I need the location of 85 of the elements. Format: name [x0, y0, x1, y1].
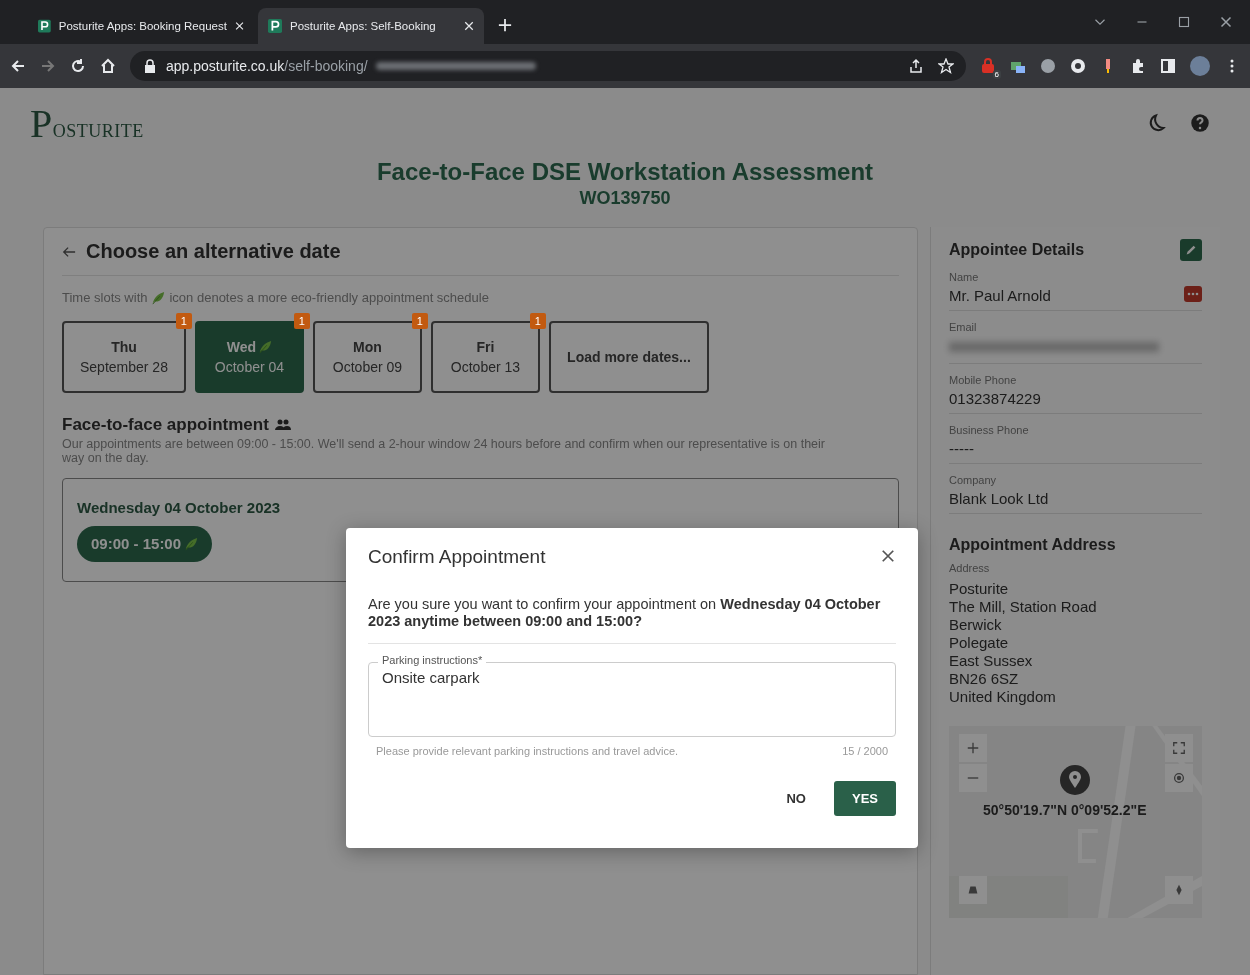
url-host: app.posturite.co.uk	[166, 58, 285, 74]
favicon-icon	[38, 19, 51, 33]
eco-note: icon denotes a more eco-friendly appointment schedule	[169, 290, 489, 305]
field-label: Address	[949, 562, 991, 574]
count-badge: 1	[529, 313, 546, 329]
share-icon[interactable]	[908, 58, 924, 74]
address-bar[interactable]: app.posturite.co.uk/self-booking/	[130, 51, 966, 81]
reference-number: WO139750	[578, 188, 672, 209]
address-line: Polegate	[949, 634, 1010, 652]
slot-date: Wednesday 04 October 2023	[77, 498, 282, 516]
logo: POSTURITE	[30, 99, 144, 147]
zoom-in-button[interactable]	[959, 734, 987, 762]
field-label: Parking instructions*	[378, 654, 487, 667]
panel-heading: Appointment Address	[949, 536, 1116, 554]
address-line: Posturite	[949, 580, 1010, 598]
leaf-icon	[258, 340, 273, 354]
helper-text: Please provide relevant parking instructions and travel advice.	[376, 745, 679, 758]
close-button[interactable]	[880, 549, 896, 565]
field-value: Mr. Paul Arnold	[949, 287, 1051, 304]
yes-button[interactable]: YES	[834, 781, 896, 817]
lock-icon	[142, 58, 158, 74]
fullscreen-button[interactable]	[1165, 734, 1193, 762]
section-title: Face-to-face appointment	[62, 415, 269, 435]
count-badge: 1	[411, 313, 428, 329]
forward-icon[interactable]	[40, 58, 56, 74]
field-value: 01323874229	[949, 390, 1041, 407]
address-line: The Mill, Station Road	[949, 598, 1098, 616]
dots-icon[interactable]	[1184, 285, 1202, 302]
leaf-icon	[184, 536, 199, 551]
address-line: Berwick	[949, 616, 1003, 634]
map-coordinates: 50°50'19.7"N 0°09'52.2"E	[983, 802, 1147, 818]
field-label: Email	[949, 321, 978, 333]
field-value: Blank Look Ltd	[949, 490, 1049, 507]
count-badge: 1	[293, 313, 310, 329]
compass-button[interactable]	[1165, 876, 1193, 904]
home-icon[interactable]	[100, 58, 116, 74]
field-label: Name	[949, 271, 980, 283]
edit-button[interactable]	[1180, 239, 1202, 261]
field-label: Mobile Phone	[949, 374, 1018, 386]
reload-icon[interactable]	[70, 58, 86, 74]
address-line: BN26 6SZ	[949, 670, 1020, 688]
people-icon	[274, 419, 291, 431]
locate-button[interactable]	[1165, 764, 1193, 792]
count-badge: 1	[175, 313, 192, 329]
dialog-title: Confirm Appointment	[368, 546, 546, 568]
address-line: East Sussex	[949, 652, 1034, 670]
avatar[interactable]	[1190, 56, 1210, 76]
extension-icon[interactable]	[1040, 58, 1056, 74]
character-counter: 15 / 2000	[842, 745, 888, 758]
fullscreen-icon	[1172, 741, 1186, 755]
puzzle-icon[interactable]	[1130, 58, 1146, 74]
zoom-in-icon	[966, 741, 980, 755]
help-icon[interactable]	[1190, 113, 1210, 133]
panel-heading: Appointee Details	[949, 241, 1085, 259]
plus-icon[interactable]	[498, 18, 512, 32]
field-label: Business Phone	[949, 424, 1030, 436]
extension-icon[interactable]	[1070, 58, 1086, 74]
browser-tab[interactable]: Posturite Apps: Booking Request	[28, 8, 254, 44]
load-more-button[interactable]: Load more dates...	[548, 321, 709, 393]
favicon-icon	[268, 19, 282, 33]
eco-note: Time slots with	[62, 290, 148, 305]
street-view-button[interactable]	[959, 876, 987, 904]
field-label: Company	[949, 474, 998, 486]
star-icon[interactable]	[938, 58, 954, 74]
pencil-icon	[1184, 243, 1198, 257]
maximize-icon[interactable]	[1178, 16, 1190, 28]
field-value: -----	[949, 440, 974, 457]
side-panel-icon[interactable]	[1160, 58, 1176, 74]
time-slot-button[interactable]: 09:00 - 15:00	[77, 525, 213, 562]
address-line: United Kingdom	[949, 688, 1057, 706]
browser-tab[interactable]: Posturite Apps: Self-Booking	[258, 8, 484, 44]
no-button[interactable]: NO	[780, 783, 812, 815]
extension-badge: 6	[992, 70, 1001, 79]
locate-icon	[1172, 771, 1186, 785]
back-icon[interactable]	[10, 58, 26, 74]
close-icon[interactable]	[1220, 16, 1232, 28]
back-arrow-icon[interactable]	[62, 244, 76, 259]
section-description: Our appointments are between 09:00 - 15:00. We'll send a 2-hour window 24 hours before and confirm when our representative is on their way on the day.	[62, 437, 826, 466]
dialog-message: Are you sure you want to confirm your appointment on Wednesday 04 October 2023 anytime between 09:00 and 15:00?	[368, 596, 896, 645]
url-path: /self-booking/	[284, 58, 368, 74]
section-heading: Choose an alternative date	[86, 240, 341, 263]
map-pin-icon	[1059, 764, 1091, 796]
close-icon	[881, 549, 895, 563]
page-title: Face-to-Face DSE Workstation Assessment	[375, 158, 875, 186]
leaf-icon	[151, 290, 166, 305]
